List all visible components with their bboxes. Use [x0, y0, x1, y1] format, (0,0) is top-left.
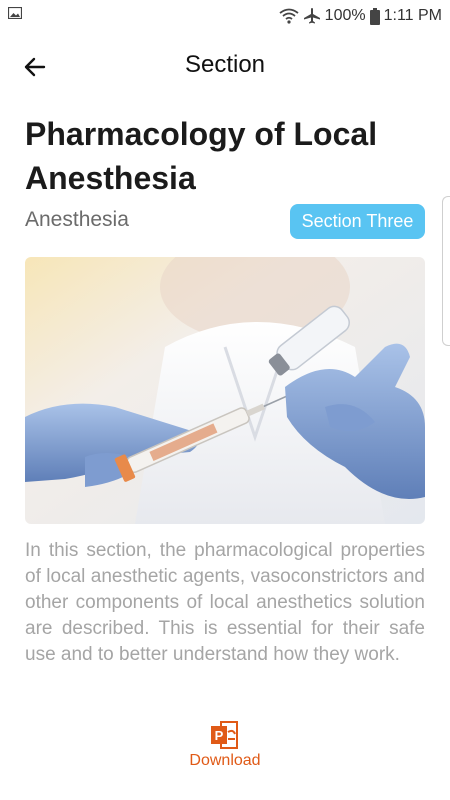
- app-bar: Section: [0, 40, 450, 92]
- battery-icon: [369, 7, 380, 25]
- status-bar: 100% 1:11 PM: [0, 0, 450, 32]
- image-icon: [8, 7, 22, 19]
- category-label: Anesthesia: [25, 208, 129, 231]
- airplane-icon: [303, 8, 320, 24]
- section-badge: Section Three: [290, 204, 425, 239]
- wifi-icon: [279, 8, 299, 24]
- battery-percent: 100%: [324, 7, 366, 24]
- section-image: [25, 257, 425, 524]
- svg-text:P: P: [215, 728, 224, 743]
- syringe-vial-illustration: [25, 257, 425, 524]
- download-button[interactable]: P Download: [175, 716, 275, 776]
- app-bar-title: Section: [184, 51, 266, 78]
- side-drawer-handle[interactable]: [442, 196, 450, 346]
- clock: 1:11 PM: [383, 7, 442, 24]
- page-title: Pharmacology of Local Anesthesia: [25, 116, 378, 196]
- powerpoint-file-icon: P: [211, 721, 238, 749]
- status-icons: 100% 1:11 PM: [279, 4, 442, 28]
- download-label: Download: [189, 752, 261, 769]
- section-description: In this section, the pharmacological pro…: [25, 540, 425, 665]
